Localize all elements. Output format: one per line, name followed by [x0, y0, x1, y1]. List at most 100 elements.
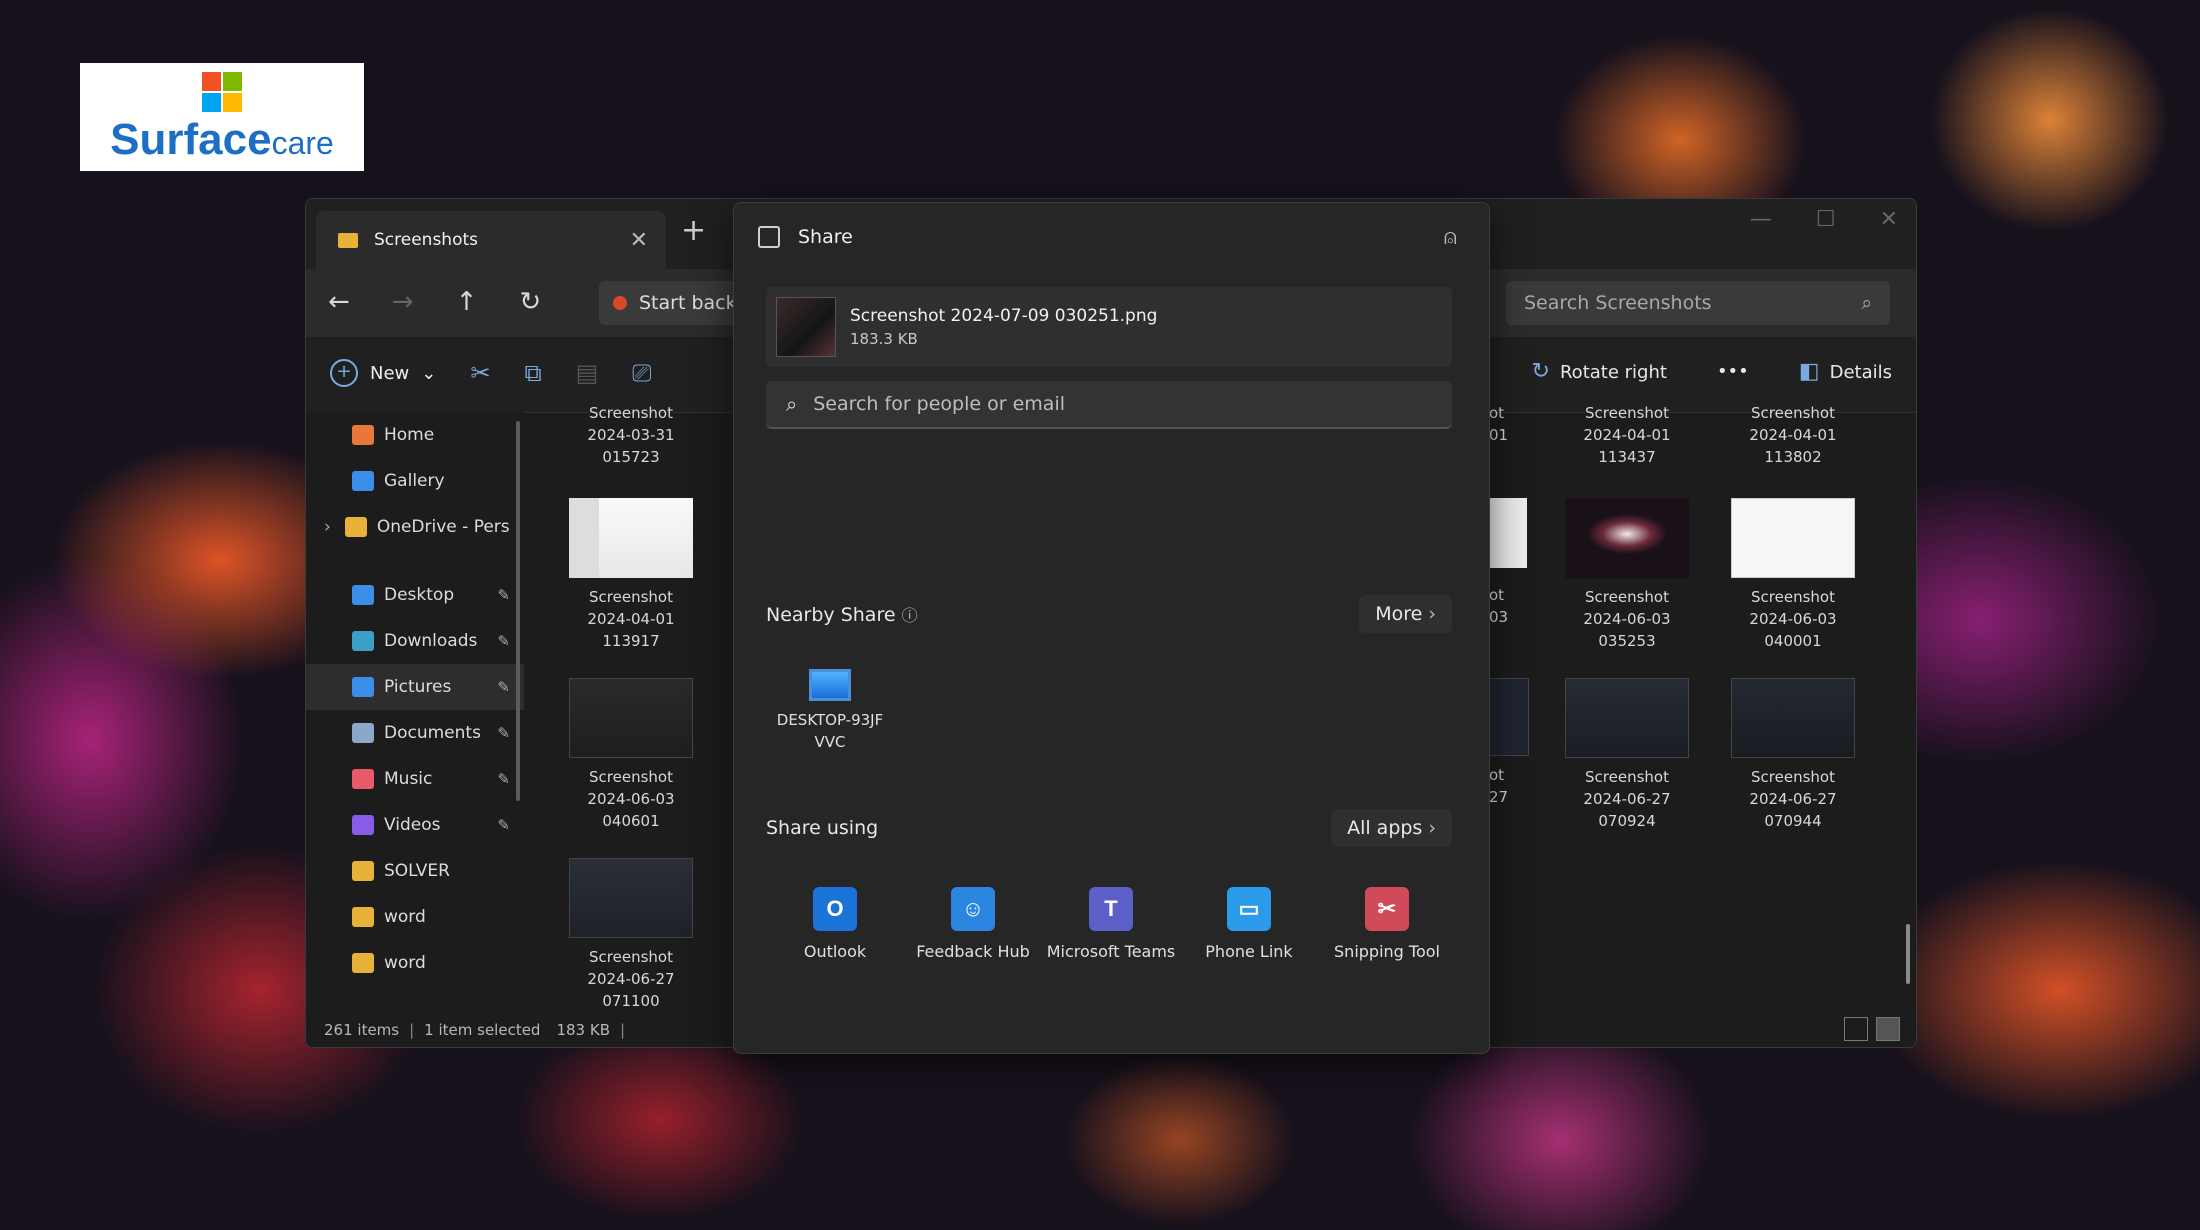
pictures-icon	[352, 677, 374, 697]
music-icon	[352, 769, 374, 789]
details-button[interactable]: ◧ Details	[1799, 359, 1892, 384]
account-icon[interactable]: ⍝	[1444, 225, 1457, 250]
partial-thumbnail	[1489, 678, 1529, 756]
file-item[interactable]: Screenshot 2024-04-01 113802	[1708, 402, 1878, 468]
file-item[interactable]: Screenshot 2024-06-03 040001	[1708, 498, 1878, 652]
shared-file-card: Screenshot 2024-07-09 030251.png 183.3 K…	[766, 287, 1452, 367]
share-app-snipping-tool[interactable]: ✂ Snipping Tool	[1318, 887, 1456, 963]
sidebar-item-home[interactable]: Home	[306, 412, 524, 458]
new-button[interactable]: + New ⌄	[330, 359, 436, 387]
share-dialog: Share ⍝ Screenshot 2024-07-09 030251.png…	[733, 202, 1490, 1054]
documents-icon	[352, 723, 374, 743]
sidebar-item-onedrive-pers[interactable]: › OneDrive - Pers	[306, 504, 524, 550]
sidebar-item-word[interactable]: word	[306, 940, 524, 986]
close-tab-icon[interactable]: ✕	[630, 228, 648, 253]
shared-file-thumbnail	[776, 297, 836, 357]
share-app-label: Feedback Hub	[916, 942, 1030, 961]
rename-icon[interactable]: ⎚	[632, 359, 651, 387]
back-icon[interactable]: ←	[328, 287, 350, 317]
sidebar-item-documents[interactable]: Documents ✎	[306, 710, 524, 756]
maximize-icon[interactable]: ☐	[1816, 207, 1836, 232]
new-label: New	[370, 362, 410, 384]
onedrive-folder-icon	[344, 517, 367, 537]
nearby-share-row: Nearby Share ⓘ More ›	[766, 591, 1452, 637]
sidebar-item-label: Desktop	[384, 585, 455, 605]
chevron-down-icon: ⌄	[421, 362, 437, 384]
share-app-label: Microsoft Teams	[1046, 942, 1176, 961]
logo-text: Surfacecare	[110, 115, 334, 164]
new-tab-button[interactable]: +	[681, 213, 706, 248]
file-item[interactable]: Screenshot 2024-04-01 113437	[1542, 402, 1712, 468]
more-options-button[interactable]: •••	[1717, 361, 1749, 382]
teams-icon: T	[1089, 887, 1133, 931]
chevron-right-icon[interactable]: ›	[324, 517, 331, 537]
file-item[interactable]: Screenshot 2024-06-27 070944	[1708, 678, 1878, 832]
file-item[interactable]: Screenshot 2024-04-01 113917	[546, 498, 716, 652]
pin-icon: ✎	[497, 678, 510, 696]
sidebar-item-music[interactable]: Music ✎	[306, 756, 524, 802]
share-app-feedback-hub[interactable]: ☺ Feedback Hub	[904, 887, 1042, 963]
rotate-right-button[interactable]: ↻ Rotate right	[1532, 359, 1667, 384]
file-item[interactable]: Screenshot 2024-06-27 071100	[546, 858, 716, 1012]
file-thumbnail	[1565, 678, 1689, 758]
sidebar-item-videos[interactable]: Videos ✎	[306, 802, 524, 848]
path-text: Start back	[639, 292, 737, 314]
tiles-view-icon[interactable]	[1876, 1017, 1900, 1041]
sidebar-item-downloads[interactable]: Downloads ✎	[306, 618, 524, 664]
forward-icon[interactable]: →	[392, 287, 414, 317]
share-app-outlook[interactable]: O Outlook	[766, 887, 904, 963]
share-app-microsoft-teams[interactable]: T Microsoft Teams	[1042, 887, 1180, 963]
file-thumbnail	[1731, 498, 1855, 578]
folder-icon	[352, 861, 374, 881]
minimize-icon[interactable]: —	[1750, 207, 1772, 232]
navigation-scrollbar[interactable]	[516, 421, 520, 801]
search-screenshots-input[interactable]: Search Screenshots ⌕	[1506, 281, 1890, 325]
nearby-share-label: Nearby Share ⓘ	[766, 604, 918, 626]
sidebar-item-label: Home	[384, 425, 435, 445]
sidebar-item-solver[interactable]: SOLVER	[306, 848, 524, 894]
all-apps-button[interactable]: All apps ›	[1331, 809, 1452, 847]
partial-label: ot	[1489, 766, 1505, 784]
sidebar-item-pictures[interactable]: Pictures ✎	[306, 664, 524, 710]
sidebar-item-gallery[interactable]: Gallery	[306, 458, 524, 504]
share-app-phone-link[interactable]: ▭ Phone Link	[1180, 887, 1318, 963]
file-item[interactable]: Screenshot 2024-03-31 015723	[546, 402, 716, 468]
partial-label: 27	[1489, 788, 1509, 806]
status-selected: 1 item selected	[424, 1021, 541, 1039]
status-size: 183 KB	[556, 1021, 610, 1039]
refresh-icon[interactable]: ↻	[519, 287, 541, 317]
people-search-placeholder: Search for people or email	[813, 393, 1065, 415]
up-icon[interactable]: ↑	[456, 287, 478, 317]
paste-icon[interactable]: ▤	[576, 359, 599, 387]
sidebar-item-word[interactable]: word	[306, 894, 524, 940]
tab-screenshots[interactable]: Screenshots ✕	[316, 211, 666, 269]
status-item-count: 261 items	[324, 1021, 400, 1039]
people-search-input[interactable]: ⌕ Search for people or email	[766, 381, 1452, 429]
share-app-label: Outlook	[803, 942, 867, 961]
plus-icon: +	[330, 359, 358, 387]
nearby-device-desktop[interactable]: DESKTOP-93JF VVC	[770, 669, 890, 753]
sidebar-item-label: Music	[384, 769, 433, 789]
navigation-pane: Home Gallery › OneDrive - Pers Desktop ✎ Downl…	[306, 412, 524, 1002]
feedback-hub-icon: ☺	[951, 887, 995, 931]
sidebar-item-label: Videos	[384, 815, 441, 835]
file-item[interactable]: Screenshot 2024-06-27 070924	[1542, 678, 1712, 832]
details-view-icon[interactable]	[1844, 1017, 1868, 1041]
share-app-label: Phone Link	[1205, 942, 1293, 961]
cut-icon[interactable]: ✂	[470, 359, 490, 387]
share-using-label: Share using	[766, 817, 879, 839]
more-button[interactable]: More ›	[1359, 595, 1452, 633]
file-thumbnail	[569, 498, 693, 578]
sidebar-item-label: word	[384, 907, 426, 927]
sidebar-item-desktop[interactable]: Desktop ✎	[306, 572, 524, 618]
content-scrollbar[interactable]	[1906, 924, 1910, 984]
info-icon[interactable]: ⓘ	[902, 606, 918, 625]
sidebar-item-label: Downloads	[384, 631, 478, 651]
close-window-icon[interactable]: ✕	[1880, 207, 1898, 232]
share-title: Share	[798, 226, 853, 248]
file-item[interactable]: Screenshot 2024-06-03 035253	[1542, 498, 1712, 652]
path-field[interactable]: Start back	[599, 281, 739, 325]
copy-icon[interactable]: ⧉	[524, 359, 541, 387]
file-item[interactable]: Screenshot 2024-06-03 040601	[546, 678, 716, 832]
microsoft-logo-icon	[202, 72, 242, 112]
